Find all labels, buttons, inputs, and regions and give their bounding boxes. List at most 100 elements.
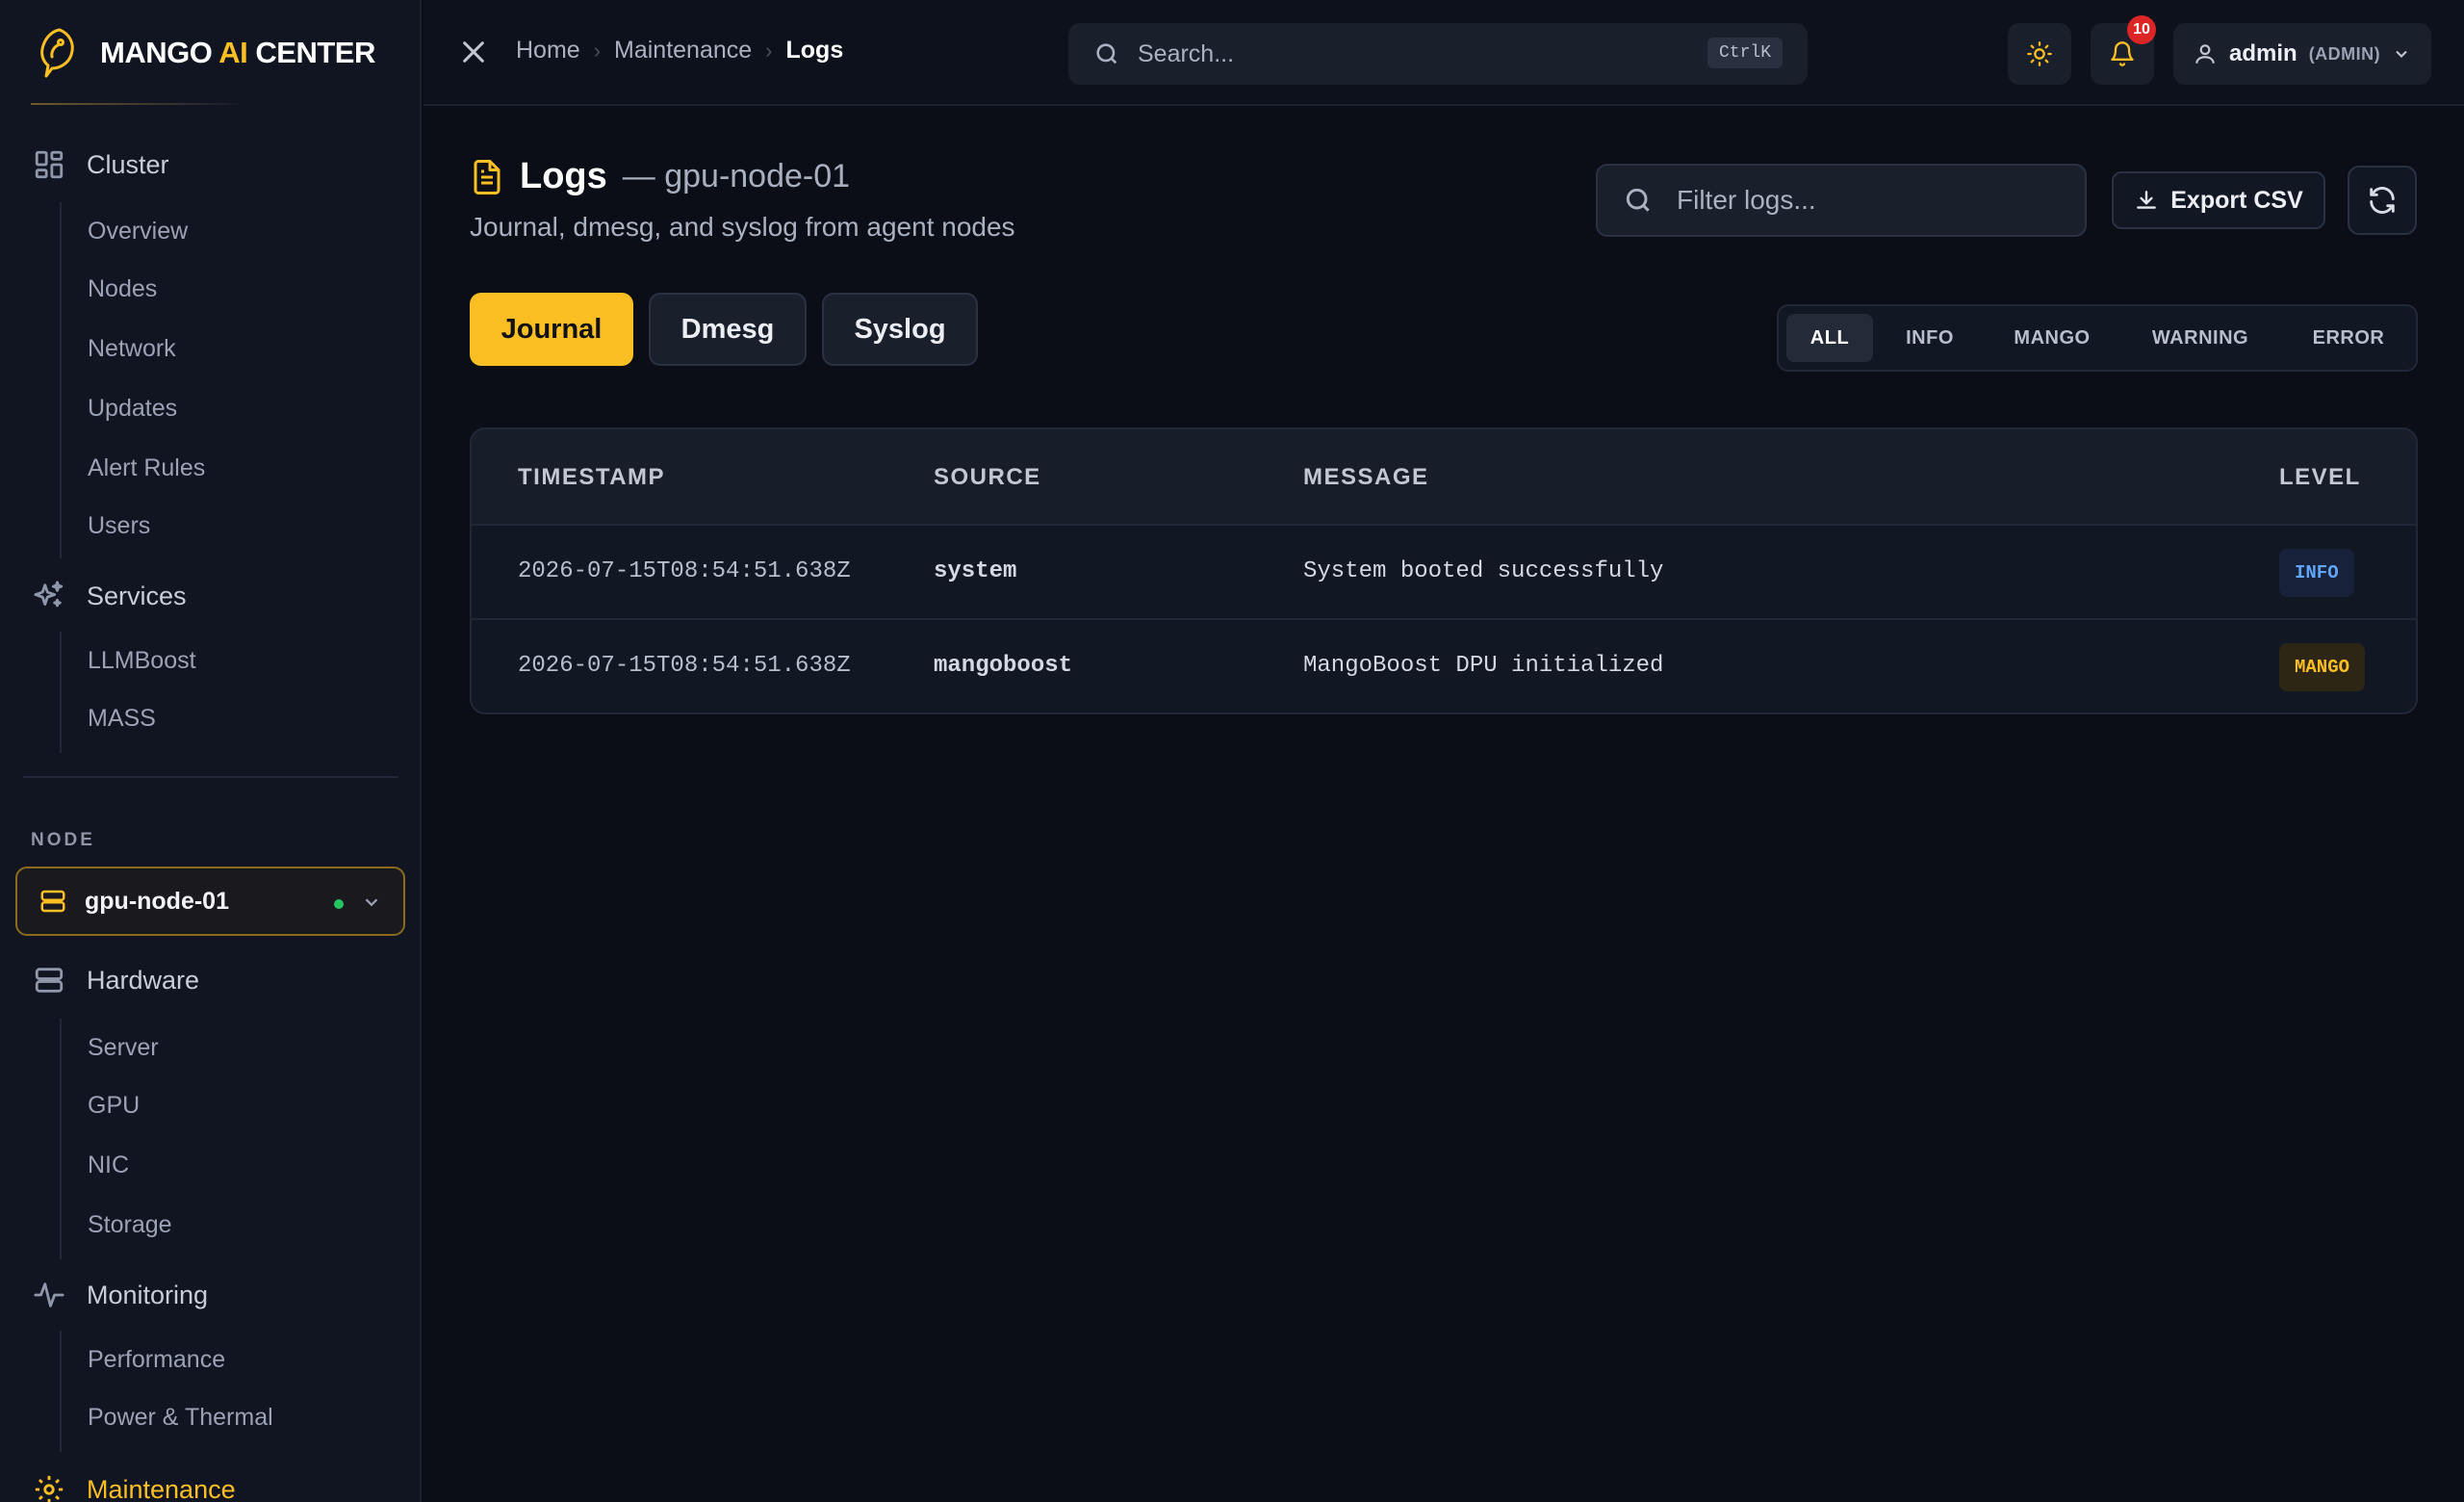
file-text-icon xyxy=(474,159,500,194)
brand-name: MANGO AI CENTER xyxy=(100,36,375,69)
level-badge-mango: MANGO xyxy=(2279,643,2366,691)
services-submenu: LLMBoost MASS xyxy=(60,632,196,753)
sparkles-icon xyxy=(34,581,64,608)
monitoring-submenu: Performance Power & Thermal xyxy=(60,1331,273,1452)
search-icon xyxy=(1096,43,1117,65)
breadcrumb-current: Logs xyxy=(785,37,844,64)
topbar: Home › Maintenance › Logs CtrlK 10 admin… xyxy=(424,0,2464,106)
bell-icon xyxy=(2111,41,2134,66)
brand-divider xyxy=(31,103,243,105)
column-header-source[interactable]: SOURCE xyxy=(934,464,1041,491)
sidebar-item-alert-rules[interactable]: Alert Rules xyxy=(88,454,205,482)
chevron-right-icon: › xyxy=(765,38,773,63)
chevron-down-icon xyxy=(365,898,378,907)
user-icon xyxy=(2195,44,2215,64)
breadcrumb: Home › Maintenance › Logs xyxy=(516,37,843,65)
export-csv-button[interactable]: Export CSV xyxy=(2112,171,2325,229)
sidebar-item-network[interactable]: Network xyxy=(88,335,176,363)
download-icon xyxy=(2137,191,2157,209)
filter-logs-input[interactable] xyxy=(1677,185,2062,216)
level-filter-warning[interactable]: WARNING xyxy=(2131,314,2270,362)
level-filter: ALL INFO MANGO WARNING ERROR xyxy=(1777,304,2418,372)
sidebar-item-llmboost[interactable]: LLMBoost xyxy=(88,647,196,675)
user-name: admin xyxy=(2229,40,2297,66)
sidebar-item-power-thermal[interactable]: Power & Thermal xyxy=(88,1404,273,1432)
refresh-button[interactable] xyxy=(2348,166,2417,235)
sidebar-item-nodes[interactable]: Nodes xyxy=(88,275,157,303)
table-header: TIMESTAMP SOURCE MESSAGE LEVEL xyxy=(472,429,2416,526)
column-header-message[interactable]: MESSAGE xyxy=(1303,464,1429,491)
activity-icon xyxy=(34,1282,64,1308)
logs-table: TIMESTAMP SOURCE MESSAGE LEVEL 2026-07-1… xyxy=(470,427,2418,714)
refresh-icon xyxy=(2370,187,2395,214)
dashboard-grid-icon xyxy=(35,150,64,179)
server-icon xyxy=(40,890,65,913)
sidebar-item-gpu[interactable]: GPU xyxy=(88,1092,140,1120)
brand[interactable]: MANGO AI CENTER xyxy=(31,19,375,87)
level-filter-error[interactable]: ERROR xyxy=(2289,314,2408,362)
nav-group-maintenance[interactable]: Maintenance xyxy=(33,1465,236,1502)
sidebar-item-performance[interactable]: Performance xyxy=(88,1346,225,1374)
breadcrumb-maintenance[interactable]: Maintenance xyxy=(614,37,752,65)
table-row[interactable]: 2026-07-15T08:54:51.638Z mangoboost Mang… xyxy=(472,620,2416,712)
user-role: (ADMIN) xyxy=(2308,43,2381,64)
column-header-level[interactable]: LEVEL xyxy=(2279,464,2361,491)
breadcrumb-home[interactable]: Home xyxy=(516,37,580,65)
page-title-node: — gpu-node-01 xyxy=(622,158,851,194)
level-filter-info[interactable]: INFO xyxy=(1886,314,1973,362)
user-menu-button[interactable]: admin (ADMIN) xyxy=(2173,23,2431,85)
sidebar: MANGO AI CENTER Cluster Overview Nodes N… xyxy=(0,0,422,1502)
nav-group-label: Maintenance xyxy=(87,1474,236,1502)
notifications-button[interactable]: 10 xyxy=(2091,15,2156,85)
global-search[interactable]: CtrlK xyxy=(1068,23,1808,85)
nav-group-monitoring[interactable]: Monitoring xyxy=(33,1271,208,1319)
node-selector-value: gpu-node-01 xyxy=(85,887,229,915)
chevron-down-icon xyxy=(2396,50,2407,58)
node-section-label: NODE xyxy=(31,830,95,850)
sidebar-item-server[interactable]: Server xyxy=(88,1034,159,1062)
level-filter-mango[interactable]: MANGO xyxy=(1994,314,2110,362)
row-timestamp: 2026-07-15T08:54:51.638Z xyxy=(518,653,851,679)
tab-journal[interactable]: Journal xyxy=(470,293,633,366)
nav-group-label: Cluster xyxy=(87,149,169,179)
chevron-right-icon: › xyxy=(593,38,602,63)
nav-group-cluster[interactable]: Cluster xyxy=(33,141,169,189)
sidebar-item-mass[interactable]: MASS xyxy=(88,705,156,733)
node-status-dot xyxy=(334,899,344,909)
row-source: system xyxy=(934,558,1017,584)
table-row[interactable]: 2026-07-15T08:54:51.638Z system System b… xyxy=(472,526,2416,620)
node-selector[interactable]: gpu-node-01 xyxy=(15,867,405,936)
nav-group-label: Monitoring xyxy=(87,1280,209,1309)
sidebar-item-overview[interactable]: Overview xyxy=(88,218,188,246)
row-source: mangoboost xyxy=(934,653,1073,679)
search-icon xyxy=(1626,188,1650,212)
tab-syslog[interactable]: Syslog xyxy=(822,293,978,366)
nav-group-hardware[interactable]: Hardware xyxy=(33,956,199,1004)
page-description: Journal, dmesg, and syslog from agent no… xyxy=(470,212,1015,242)
row-message: System booted successfully xyxy=(1303,558,1664,584)
sidebar-item-updates[interactable]: Updates xyxy=(88,395,177,423)
gear-icon xyxy=(35,1475,64,1502)
page-title-text: Logs xyxy=(520,156,607,196)
column-header-timestamp[interactable]: TIMESTAMP xyxy=(518,464,665,491)
sidebar-divider xyxy=(23,776,398,778)
page-title: Logs — gpu-node-01 xyxy=(470,156,850,197)
sun-icon xyxy=(2027,41,2052,66)
sidebar-item-storage[interactable]: Storage xyxy=(88,1211,172,1239)
level-filter-all[interactable]: ALL xyxy=(1786,314,1873,362)
tab-dmesg[interactable]: Dmesg xyxy=(649,293,807,366)
close-icon[interactable] xyxy=(458,37,489,67)
theme-toggle-button[interactable] xyxy=(2008,23,2071,85)
nav-group-services[interactable]: Services xyxy=(33,572,187,620)
mango-logo-icon xyxy=(40,28,74,78)
export-csv-label: Export CSV xyxy=(2170,186,2303,214)
server-icon xyxy=(35,968,64,993)
notification-count-badge: 10 xyxy=(2127,15,2156,44)
sidebar-item-users[interactable]: Users xyxy=(88,512,150,540)
hardware-submenu: Server GPU NIC Storage xyxy=(60,1019,172,1259)
sidebar-item-nic[interactable]: NIC xyxy=(88,1152,129,1179)
filter-logs[interactable] xyxy=(1596,164,2087,237)
search-shortcut-hint: CtrlK xyxy=(1707,38,1783,68)
search-input[interactable] xyxy=(1138,39,1677,68)
cluster-submenu: Overview Nodes Network Updates Alert Rul… xyxy=(60,202,205,558)
